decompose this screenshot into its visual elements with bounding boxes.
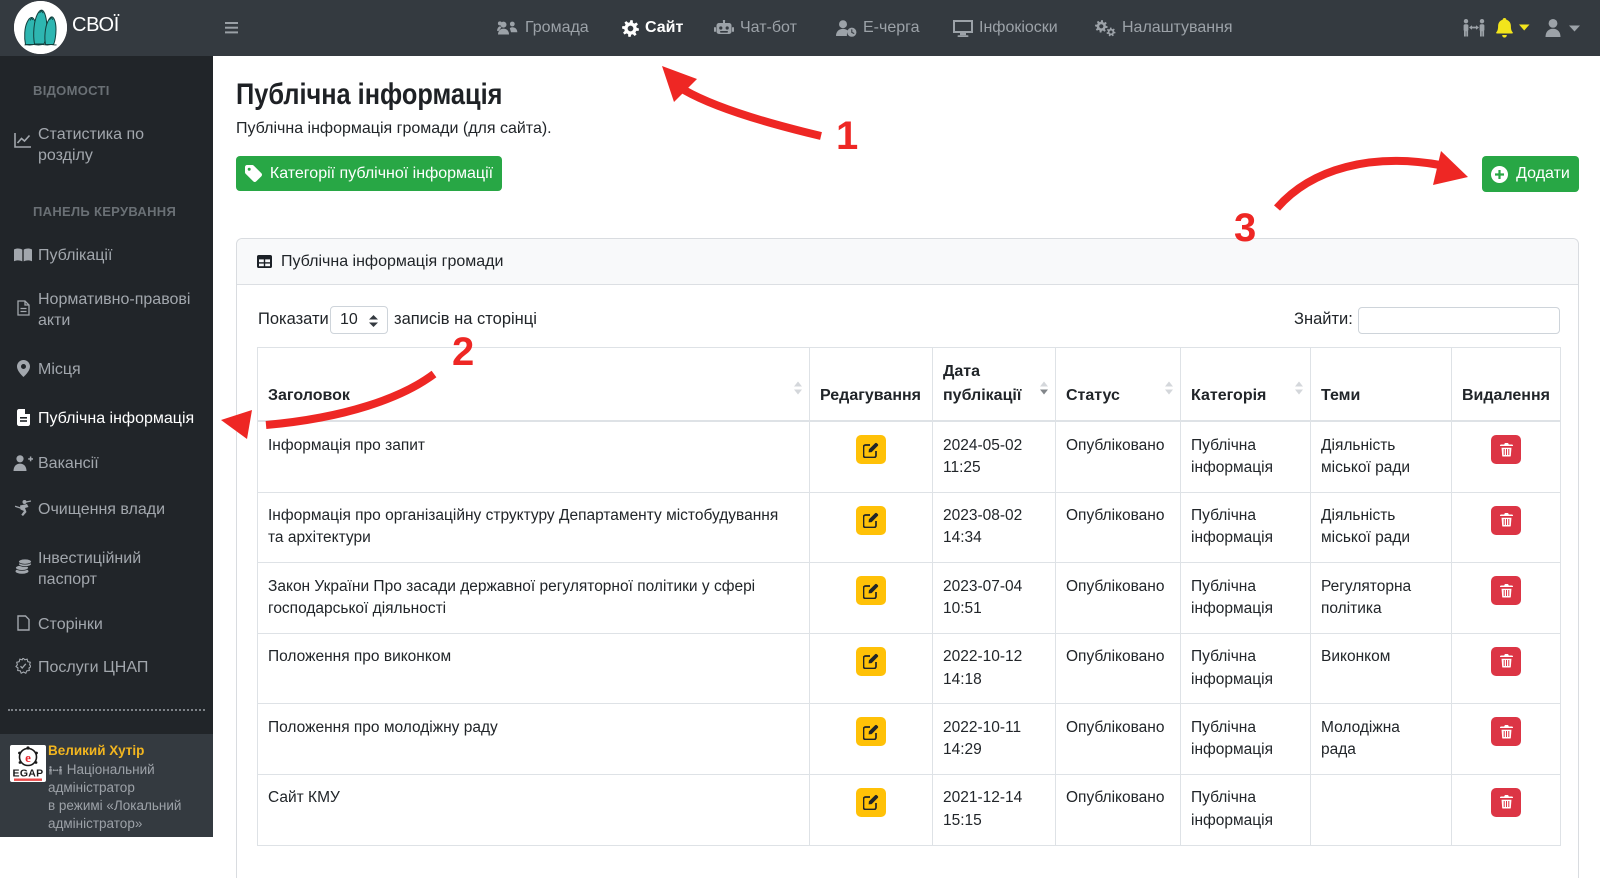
svg-text:e: e [25, 750, 31, 765]
svg-text:EGAP: EGAP [13, 768, 44, 780]
